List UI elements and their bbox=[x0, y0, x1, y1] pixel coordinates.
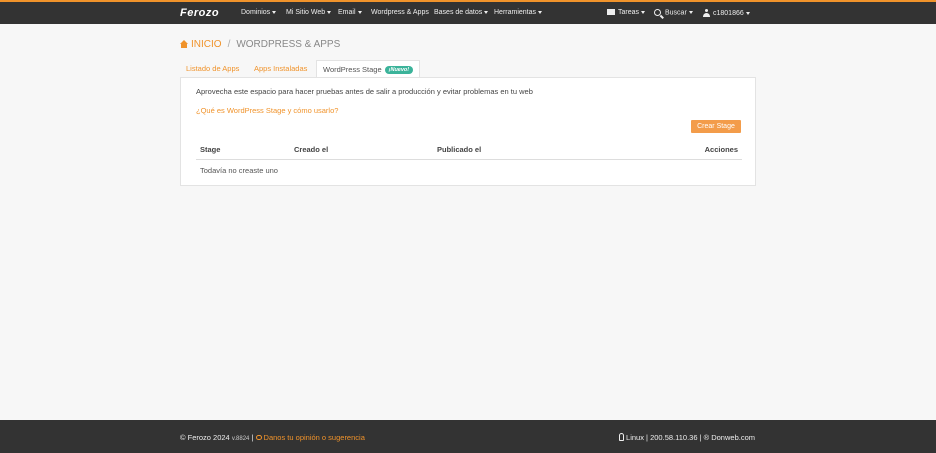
chevron-down-icon bbox=[641, 10, 646, 14]
brand-logo[interactable]: Ferozo bbox=[180, 7, 219, 19]
chevron-down-icon bbox=[745, 11, 750, 15]
tab-listado-de-apps[interactable]: Listado de Apps bbox=[180, 60, 245, 78]
nav-bases-de-datos[interactable]: Bases de datos bbox=[434, 9, 489, 16]
empty-table-message: Todavía no creaste uno bbox=[200, 166, 278, 175]
nav-dominios-label: Dominios bbox=[241, 9, 271, 16]
nav-wordpress-apps[interactable]: Wordpress & Apps bbox=[371, 9, 429, 16]
footer-divider: | bbox=[251, 433, 254, 442]
footer-left: © Ferozo 2024 v.8824 | Danos tu opinión … bbox=[180, 433, 365, 442]
nav-bases-de-datos-label: Bases de datos bbox=[434, 9, 483, 16]
chevron-down-icon bbox=[538, 10, 543, 14]
tab-listado-de-apps-label: Listado de Apps bbox=[186, 64, 240, 73]
nav-email-label: Email bbox=[338, 9, 356, 16]
nav-mi-sitio-web[interactable]: Mi Sitio Web bbox=[286, 9, 332, 16]
nav-user-menu[interactable]: c1801866 bbox=[703, 9, 750, 17]
feedback-link[interactable]: Danos tu opinión o sugerencia bbox=[255, 433, 365, 442]
chat-icon bbox=[255, 435, 262, 440]
breadcrumb-home-label: INICIO bbox=[191, 39, 222, 50]
tab-apps-instaladas[interactable]: Apps Instaladas bbox=[248, 60, 313, 78]
nav-herramientas[interactable]: Herramientas bbox=[494, 9, 543, 16]
tab-wordpress-stage-label: WordPress Stage bbox=[323, 65, 382, 74]
nav-herramientas-label: Herramientas bbox=[494, 9, 537, 16]
new-badge: ¡Nuevo! bbox=[384, 66, 414, 74]
breadcrumb: INICIO / WORDPRESS & APPS bbox=[180, 39, 340, 50]
column-header-publicado: Publicado el bbox=[437, 145, 482, 154]
column-header-stage: Stage bbox=[200, 145, 221, 154]
version-text: v.8824 bbox=[231, 436, 250, 442]
linux-icon bbox=[619, 433, 625, 441]
server-text: Linux | 200.58.110.36 | ® Donweb.com bbox=[626, 433, 755, 442]
chevron-down-icon bbox=[357, 10, 362, 14]
breadcrumb-separator: / bbox=[227, 39, 231, 50]
nav-email[interactable]: Email bbox=[338, 9, 362, 16]
copyright-text: © Ferozo 2024 bbox=[180, 433, 230, 442]
nav-buscar-label: Buscar bbox=[665, 9, 687, 17]
help-link[interactable]: ¿Qué es WordPress Stage y cómo usarlo? bbox=[196, 106, 338, 115]
nav-wordpress-apps-label: Wordpress & Apps bbox=[371, 9, 429, 16]
create-stage-button[interactable]: Crear Stage bbox=[691, 120, 741, 133]
breadcrumb-current: WORDPRESS & APPS bbox=[236, 39, 341, 50]
stage-panel: Aprovecha este espacio para hacer prueba… bbox=[180, 77, 756, 186]
footer: © Ferozo 2024 v.8824 | Danos tu opinión … bbox=[0, 420, 936, 453]
chevron-down-icon bbox=[327, 10, 332, 14]
footer-server-info: Linux | 200.58.110.36 | ® Donweb.com bbox=[619, 433, 755, 442]
nav-tareas[interactable]: Tareas bbox=[607, 9, 646, 16]
feedback-label: Danos tu opinión o sugerencia bbox=[263, 433, 365, 442]
chevron-down-icon bbox=[484, 10, 489, 14]
tasks-icon bbox=[607, 9, 615, 16]
column-header-acciones: Acciones bbox=[704, 145, 738, 154]
tab-apps-instaladas-label: Apps Instaladas bbox=[254, 64, 308, 73]
nav-user-label: c1801866 bbox=[713, 9, 744, 17]
column-header-creado: Creado el bbox=[294, 145, 329, 154]
table-header-divider bbox=[196, 159, 742, 160]
user-icon bbox=[703, 9, 710, 17]
nav-mi-sitio-web-label: Mi Sitio Web bbox=[286, 9, 326, 16]
search-icon bbox=[654, 9, 661, 16]
nav-buscar[interactable]: Buscar bbox=[654, 9, 693, 16]
top-navbar: Ferozo Dominios Mi Sitio Web Email Wordp… bbox=[0, 0, 936, 24]
nav-tareas-label: Tareas bbox=[618, 9, 640, 16]
chevron-down-icon bbox=[688, 11, 693, 14]
stage-description: Aprovecha este espacio para hacer prueba… bbox=[196, 87, 533, 96]
nav-dominios[interactable]: Dominios bbox=[241, 9, 277, 16]
breadcrumb-home[interactable]: INICIO bbox=[180, 39, 222, 50]
chevron-down-icon bbox=[272, 10, 277, 14]
home-icon bbox=[180, 40, 188, 48]
